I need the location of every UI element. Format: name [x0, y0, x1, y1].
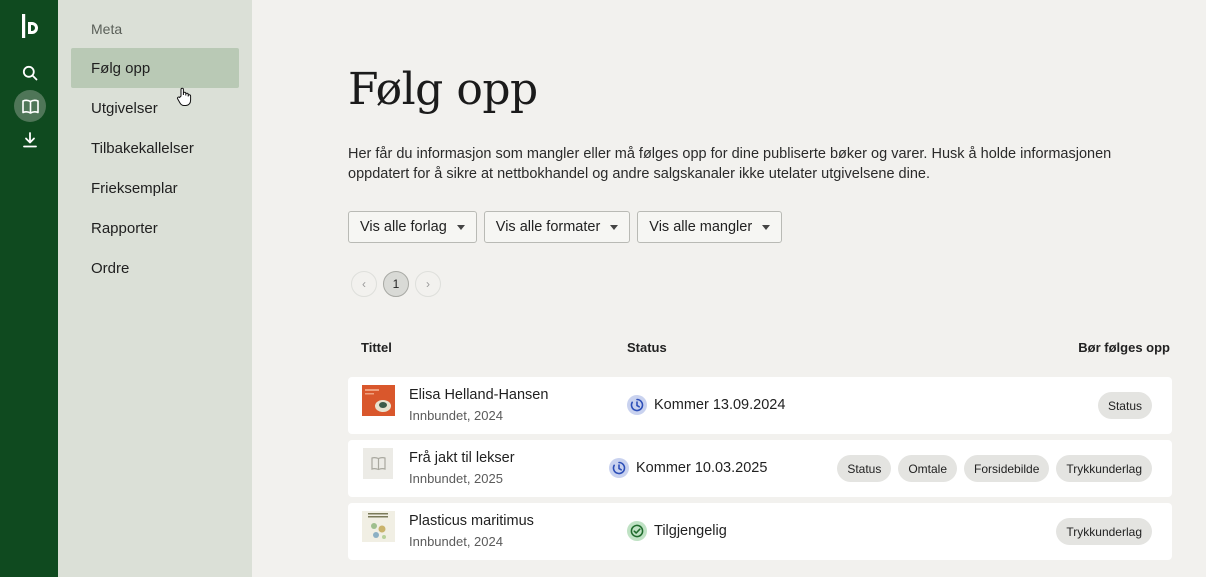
sidebar-item-label: Frieksemplar — [91, 179, 178, 197]
status-text: Kommer 13.09.2024 — [654, 397, 786, 413]
hand-cursor-icon — [177, 87, 192, 106]
tag-trykkunderlag[interactable]: Trykkunderlag — [1056, 518, 1152, 545]
check-circle-icon — [627, 521, 647, 541]
main-content: Følg opp Her får du informasjon som mang… — [252, 0, 1206, 577]
follow-up-tags: Status Omtale Forsidebilde Trykkunderlag — [837, 455, 1152, 482]
caret-down-icon — [610, 224, 619, 230]
sidebar-item-tilbakekallelser[interactable]: Tilbakekallelser — [71, 128, 239, 168]
sidebar-item-label: Utgivelser — [91, 99, 158, 117]
book-title: Plasticus maritimus — [409, 513, 534, 529]
caret-down-icon — [762, 224, 771, 230]
tag-omtale[interactable]: Omtale — [898, 455, 958, 482]
filter-bar: Vis alle forlag Vis alle formater Vis al… — [348, 211, 783, 243]
caret-down-icon — [456, 224, 465, 230]
filter-label: Vis alle mangler — [649, 219, 753, 235]
status-text: Kommer 10.03.2025 — [636, 460, 768, 476]
sidebar-item-label: Tilbakekallelser — [91, 139, 194, 157]
download-icon[interactable] — [14, 124, 46, 156]
sidebar-item-ordre[interactable]: Ordre — [71, 248, 239, 288]
book-icon[interactable] — [14, 90, 46, 122]
publisher-filter-dropdown[interactable]: Vis alle forlag — [348, 211, 477, 243]
previous-page-button[interactable]: ‹ — [351, 271, 377, 297]
missing-filter-dropdown[interactable]: Vis alle mangler — [637, 211, 783, 243]
pagination: ‹ 1 › — [351, 271, 441, 297]
sidebar-item-rapporter[interactable]: Rapporter — [71, 208, 239, 248]
table-row[interactable]: Frå jakt til lekser Innbundet, 2025 Komm… — [348, 440, 1172, 497]
tag-trykkunderlag[interactable]: Trykkunderlag — [1056, 455, 1152, 482]
follow-up-tags: Status — [1097, 392, 1152, 419]
status-cell: Kommer 13.09.2024 — [627, 395, 785, 415]
filter-label: Vis alle formater — [495, 219, 601, 235]
book-cover-thumbnail — [362, 385, 395, 416]
book-format-year: Innbundet, 2024 — [409, 408, 503, 423]
column-header-status: Status — [627, 340, 667, 355]
sidebar-item-label: Følg opp — [91, 59, 151, 77]
tag-forsidebilde[interactable]: Forsidebilde — [964, 455, 1050, 482]
column-header-title: Tittel — [361, 340, 392, 355]
sidebar-item-label: Ordre — [91, 259, 130, 277]
status-cell: Tilgjengelig — [627, 521, 727, 541]
book-format-year: Innbundet, 2024 — [409, 534, 503, 549]
table-header: Tittel Status Bør følges opp — [348, 340, 1172, 356]
next-page-button[interactable]: › — [415, 271, 441, 297]
book-cover-placeholder — [362, 448, 395, 479]
book-format-year: Innbundet, 2025 — [409, 471, 503, 486]
logo-icon[interactable] — [19, 14, 41, 38]
tag-status[interactable]: Status — [837, 455, 892, 482]
status-text: Tilgjengelig — [654, 523, 727, 539]
clock-icon — [609, 458, 629, 478]
icon-rail — [0, 0, 58, 577]
table-row[interactable]: Elisa Helland-Hansen Innbundet, 2024 Kom… — [348, 377, 1172, 434]
page-title: Følg opp — [348, 64, 538, 115]
book-title: Elisa Helland-Hansen — [409, 387, 549, 403]
tag-status[interactable]: Status — [1097, 392, 1152, 419]
sidebar-item-label: Rapporter — [91, 219, 158, 237]
search-icon[interactable] — [14, 57, 46, 89]
sidebar-section-label: Meta — [91, 21, 123, 37]
book-cover-thumbnail — [362, 511, 395, 542]
column-header-follow-up: Bør følges opp — [1078, 340, 1170, 355]
clock-icon — [627, 395, 647, 415]
follow-up-tags: Trykkunderlag — [1056, 518, 1152, 545]
page-1-button[interactable]: 1 — [383, 271, 409, 297]
sidebar-item-folg-opp[interactable]: Følg opp — [71, 48, 239, 88]
page-description: Her får du informasjon som mangler eller… — [348, 146, 1112, 182]
status-cell: Kommer 10.03.2025 — [609, 458, 767, 478]
book-title: Frå jakt til lekser — [409, 450, 515, 466]
sidebar-item-frieksemplar[interactable]: Frieksemplar — [71, 168, 239, 208]
table-row[interactable]: Plasticus maritimus Innbundet, 2024 Tilg… — [348, 503, 1172, 560]
filter-label: Vis alle forlag — [360, 219, 447, 235]
sidebar: Meta Følg opp Utgivelser Tilbakekallelse… — [58, 0, 252, 577]
sidebar-item-utgivelser[interactable]: Utgivelser — [71, 88, 239, 128]
format-filter-dropdown[interactable]: Vis alle formater — [483, 211, 631, 243]
